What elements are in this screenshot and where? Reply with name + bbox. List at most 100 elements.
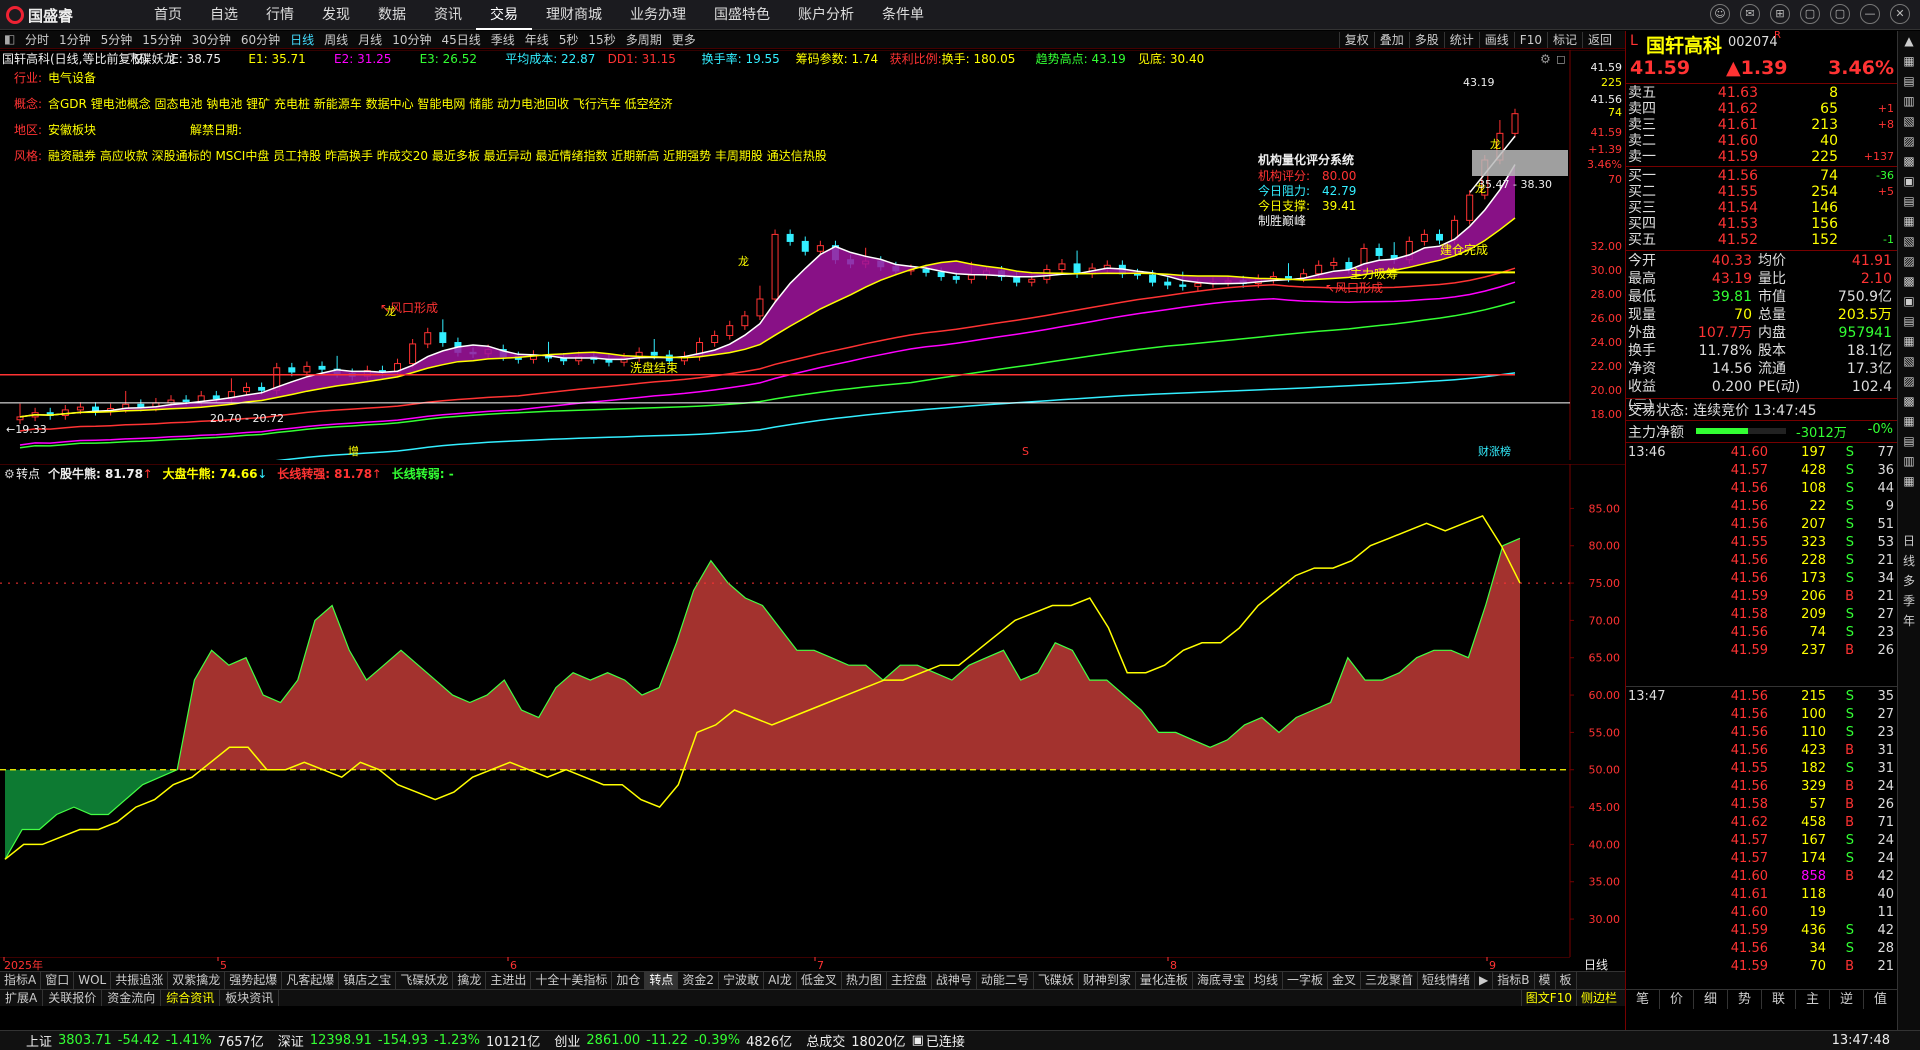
order-level[interactable]: 买三 41.54 146 (1626, 200, 1898, 216)
sidebar-tool-icon[interactable]: ▨ (1898, 131, 1920, 151)
chart-tool[interactable]: 标记 (1546, 32, 1582, 48)
top-menu-item[interactable]: 业务办理 (616, 0, 700, 30)
sidebar-period[interactable]: 季 (1898, 591, 1920, 611)
order-level[interactable]: 卖四 41.62 65 +1 (1626, 101, 1898, 117)
extension-tab[interactable]: 板块资讯 (220, 990, 280, 1006)
extension-tab[interactable]: 综合资讯 (161, 990, 221, 1006)
sidebar-tool-icon[interactable]: ▨ (1898, 251, 1920, 271)
indicator-tab[interactable]: WOL (74, 972, 112, 989)
indicator-chart[interactable]: ⚙ 转点 个股牛熊: 81.78 ↑ 大盘牛熊: 74.66 ↓ 长线转强: 81.78 ↑ 长… (0, 464, 1625, 957)
sidebar-tool-icon[interactable]: ▩ (1898, 151, 1920, 171)
extension-tab[interactable]: 扩展A (0, 990, 44, 1006)
sidebar-tool-icon[interactable]: ▦ (1898, 211, 1920, 231)
indicator-tab[interactable]: 三龙聚首 (1361, 972, 1419, 989)
right-tab[interactable]: 侧边栏 (1575, 990, 1621, 1006)
chart-tool[interactable]: 叠加 (1373, 32, 1409, 48)
indicator-tab[interactable]: 模 (1535, 972, 1556, 989)
chart-tool[interactable]: F10 (1513, 32, 1547, 48)
skin-icon[interactable]: ☺ (1710, 4, 1730, 24)
restore-icon[interactable]: ▢ (1800, 4, 1820, 24)
indicator-tab[interactable]: 指标A (0, 972, 42, 989)
indicator-tab[interactable]: 指标B (1493, 972, 1535, 989)
period-item[interactable]: 季线 (486, 32, 520, 48)
quote-tab[interactable]: 逆 (1830, 990, 1864, 1009)
sidebar-period[interactable]: 年 (1898, 611, 1920, 631)
order-level[interactable]: 买二 41.55 254 +5 (1626, 184, 1898, 200)
quote-tab[interactable]: 主 (1796, 990, 1830, 1009)
indicator-tab[interactable]: ▶ (1475, 972, 1494, 989)
period-item[interactable]: 多周期 (621, 32, 667, 48)
chart-tool[interactable]: 多股 (1408, 32, 1444, 48)
tick-list-2[interactable]: 13:47 41.56 215 S 35 41.56 100 S 27 41.56 110 S 23 41… (1626, 688, 1898, 976)
indicator-tab[interactable]: 飞碟妖 (1034, 972, 1079, 989)
sidebar-tool-icon[interactable]: ▧ (1898, 111, 1920, 131)
indicator-tab[interactable]: 热力图 (842, 972, 887, 989)
quote-tab[interactable]: 值 (1864, 990, 1898, 1009)
minimize-icon[interactable]: — (1860, 4, 1880, 24)
chart-tool[interactable]: 返回 (1581, 32, 1617, 48)
indicator-tab[interactable]: 窗口 (41, 972, 75, 989)
period-item[interactable]: 周线 (319, 32, 353, 48)
sidebar-period[interactable]: 线 (1898, 551, 1920, 571)
indicator-tab[interactable]: 双紫擒龙 (168, 972, 226, 989)
indicator-tab[interactable]: 凡客起爆 (282, 972, 340, 989)
period-item[interactable]: 月线 (353, 32, 387, 48)
top-menu-item[interactable]: 条件单 (868, 0, 938, 30)
indicator-tab[interactable]: 金叉 (1328, 972, 1361, 989)
sidebar-tool-icon[interactable]: ▦ (1898, 331, 1920, 351)
sidebar-tool-icon[interactable]: ▧ (1898, 351, 1920, 371)
indicator-tab[interactable]: 海底寻宝 (1193, 972, 1250, 989)
order-level[interactable]: 卖一 41.59 225 +137 (1626, 149, 1898, 165)
indicator-tab[interactable]: 动能二号 (977, 972, 1034, 989)
sidebar-tool-icon[interactable]: ▦ (1898, 51, 1920, 71)
indicator-tab[interactable]: 宁波敢 (719, 972, 765, 989)
sidebar-tool-icon[interactable]: ▥ (1898, 451, 1920, 471)
close-panel-icon[interactable]: ◻ (1556, 52, 1566, 66)
settings-icon[interactable]: ⚙ (1540, 52, 1551, 66)
top-menu-item[interactable]: 行情 (252, 0, 308, 30)
period-item[interactable]: 30分钟 (187, 32, 236, 48)
kline-chart[interactable]: 国轩高科(日线,等比前复权)飞碟妖龙E: 38.75 E1: 35.71 E2: 3… (0, 50, 1625, 460)
close-icon[interactable]: ✕ (1890, 4, 1910, 24)
quote-tab[interactable]: 势 (1728, 990, 1762, 1009)
quote-tab[interactable]: 价 (1660, 990, 1694, 1009)
sidebar-tool-icon[interactable]: ▤ (1898, 431, 1920, 451)
period-item[interactable]: 1分钟 (54, 32, 96, 48)
indicator-tab[interactable]: 主进出 (486, 972, 532, 989)
period-item[interactable]: 更多 (667, 32, 701, 48)
top-menu-item[interactable]: 发现 (308, 0, 364, 30)
sidebar-tool-icon[interactable]: ▦ (1898, 411, 1920, 431)
sidebar-tool-icon[interactable]: ▤ (1898, 191, 1920, 211)
quote-tab[interactable]: 细 (1694, 990, 1728, 1009)
sidebar-tool-icon[interactable]: ▨ (1898, 371, 1920, 391)
order-level[interactable]: 卖二 41.60 40 (1626, 133, 1898, 149)
period-item[interactable]: 分时 (20, 32, 54, 48)
indicator-settings-icon[interactable]: ⚙ (4, 467, 15, 481)
order-level[interactable]: 卖五 41.63 8 (1626, 85, 1898, 101)
period-item[interactable]: 5分钟 (96, 32, 138, 48)
period-item[interactable]: 年线 (520, 32, 554, 48)
sidebar-tool-icon[interactable]: ▤ (1898, 71, 1920, 91)
top-menu-item[interactable]: 数据 (364, 0, 420, 30)
order-level[interactable]: 买一 41.56 74 -36 (1626, 168, 1898, 184)
indicator-tab[interactable]: 主控盘 (887, 972, 932, 989)
period-item[interactable]: 10分钟 (387, 32, 436, 48)
indicator-tab[interactable]: 飞碟妖龙 (396, 972, 454, 989)
sidebar-tool-icon[interactable]: ▧ (1898, 231, 1920, 251)
top-menu-item[interactable]: 资讯 (420, 0, 476, 30)
top-menu-item[interactable]: 账户分析 (784, 0, 868, 30)
message-icon[interactable]: ✉ (1740, 4, 1760, 24)
sidebar-period[interactable]: 多 (1898, 571, 1920, 591)
order-level[interactable]: 买四 41.53 156 (1626, 216, 1898, 232)
sidebar-tool-icon[interactable]: ▲ (1898, 31, 1920, 51)
sidebar-tool-icon[interactable]: ▤ (1898, 311, 1920, 331)
top-menu-item[interactable]: 交易 (476, 0, 532, 30)
top-menu-item[interactable]: 国盛特色 (700, 0, 784, 30)
period-item[interactable]: 5秒 (554, 32, 584, 48)
panel-toggle-icon[interactable]: ◧ (4, 32, 15, 46)
sidebar-period[interactable]: 日 (1898, 531, 1920, 551)
sh-label[interactable]: 上证 (26, 1031, 52, 1050)
indicator-tab[interactable]: 加仓 (612, 972, 646, 989)
indicator-tab[interactable]: 低金叉 (797, 972, 842, 989)
top-menu-item[interactable]: 首页 (140, 0, 196, 30)
